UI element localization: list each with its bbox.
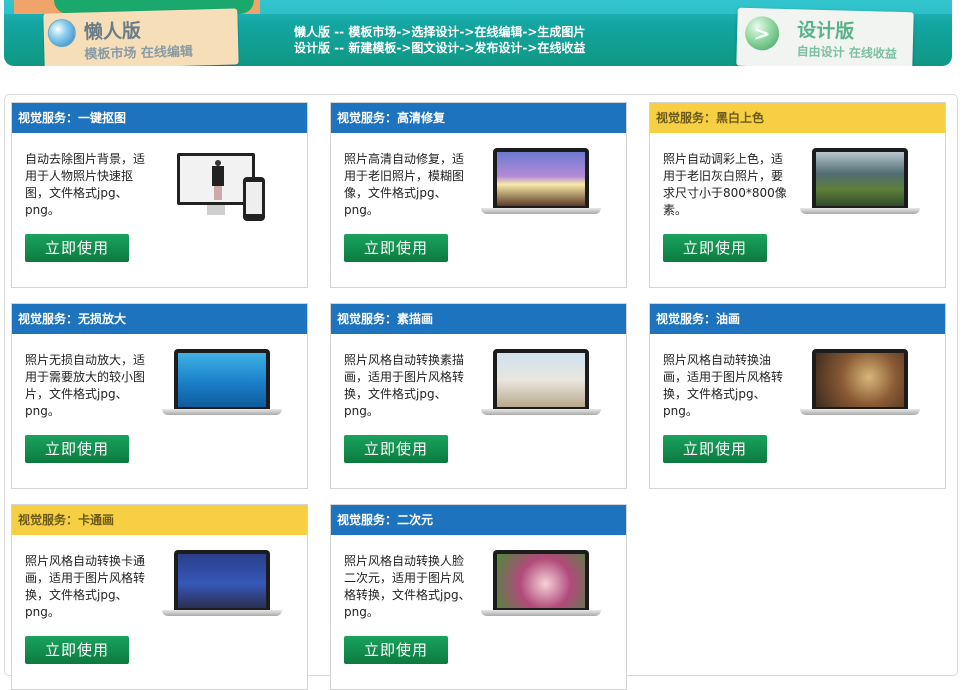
lazy-version-title: 懒人版 <box>83 20 142 44</box>
card-description: 照片无损自动放大，适用于需要放大的较小图片，文件格式jpg、png。 <box>25 353 146 418</box>
card-title: 视觉服务：高清修复 <box>331 103 626 133</box>
lazy-steps-line: 懒人版 -- 模板市场->选择设计->在线编辑->生成图片 <box>294 25 586 39</box>
design-version-title: 设计版 <box>796 19 855 43</box>
use-now-button[interactable]: 立即使用 <box>344 636 448 664</box>
use-now-button[interactable]: 立即使用 <box>663 435 767 463</box>
use-now-button[interactable]: 立即使用 <box>663 234 767 262</box>
use-now-button[interactable]: 立即使用 <box>25 234 129 262</box>
laptop-preview-image <box>481 349 601 419</box>
top-banner: 懒人版 模板市场 在线编辑 懒人版 -- 模板市场->选择设计->在线编辑->生… <box>4 0 952 66</box>
card-description: 照片自动调彩上色，适用于老旧灰白照片，要求尺寸小于800*800像素。 <box>663 152 787 217</box>
design-version-link[interactable]: > 设计版 自由设计 在线收益 <box>736 7 914 66</box>
use-now-button[interactable]: 立即使用 <box>25 435 129 463</box>
services-panel: 视觉服务：一键抠图 自动去除图片背景，适用于人物照片快速抠图，文件格式jpg、p… <box>4 94 958 690</box>
laptop-preview-image <box>800 349 920 419</box>
card-description: 照片风格自动转换人脸二次元，适用于图片风格转换，文件格式jpg、png。 <box>344 554 471 619</box>
laptop-preview-image <box>481 148 601 218</box>
card-title: 视觉服务：卡通画 <box>12 505 307 535</box>
card-description: 照片风格自动转换素描画，适用于图片风格转换，文件格式jpg、png。 <box>344 353 465 418</box>
use-now-button[interactable]: 立即使用 <box>25 636 129 664</box>
laptop-preview-image <box>162 550 282 620</box>
service-card-cartoon: 视觉服务：卡通画 照片风格自动转换卡通画，适用于图片风格转换，文件格式jpg、p… <box>11 504 308 690</box>
design-version-subtitle: 自由设计 在线收益 <box>796 44 898 61</box>
service-card-hd-restore: 视觉服务：高清修复 照片高清自动修复，适用于老旧照片，模糊图像，文件格式jpg、… <box>330 102 627 288</box>
card-title: 视觉服务：油画 <box>650 304 945 334</box>
card-title: 视觉服务：二次元 <box>331 505 626 535</box>
design-steps-line: 设计版 -- 新建模板->图文设计->发布设计->在线收益 <box>294 41 586 55</box>
service-card-oil-painting: 视觉服务：油画 照片风格自动转换油画，适用于图片风格转换，文件格式jpg、png… <box>649 303 946 489</box>
service-card-sketch: 视觉服务：素描画 照片风格自动转换素描画，适用于图片风格转换，文件格式jpg、p… <box>330 303 627 489</box>
service-card-upscale: 视觉服务：无损放大 照片无损自动放大，适用于需要放大的较小图片，文件格式jpg、… <box>11 303 308 489</box>
card-title: 视觉服务：一键抠图 <box>12 103 307 133</box>
card-title: 视觉服务：无损放大 <box>12 304 307 334</box>
card-title: 视觉服务：黑白上色 <box>650 103 945 133</box>
lazy-version-subtitle: 模板市场 在线编辑 <box>84 44 194 63</box>
banner-steps: 懒人版 -- 模板市场->选择设计->在线编辑->生成图片 设计版 -- 新建模… <box>294 24 585 56</box>
service-card-anime: 视觉服务：二次元 照片风格自动转换人脸二次元，适用于图片风格转换，文件格式jpg… <box>330 504 627 690</box>
card-description: 自动去除图片背景，适用于人物照片快速抠图，文件格式jpg、png。 <box>25 152 146 217</box>
service-card-cutout: 视觉服务：一键抠图 自动去除图片背景，适用于人物照片快速抠图，文件格式jpg、p… <box>11 102 308 288</box>
card-description: 照片高清自动修复，适用于老旧照片，模糊图像，文件格式jpg、png。 <box>344 152 465 217</box>
use-now-button[interactable]: 立即使用 <box>344 435 448 463</box>
arrow-right-icon: > <box>744 15 780 51</box>
service-card-colorize: 视觉服务：黑白上色 照片自动调彩上色，适用于老旧灰白照片，要求尺寸小于800*8… <box>649 102 946 288</box>
use-now-button[interactable]: 立即使用 <box>344 234 448 262</box>
card-description: 照片风格自动转换卡通画，适用于图片风格转换，文件格式jpg、png。 <box>25 554 146 619</box>
card-title: 视觉服务：素描画 <box>331 304 626 334</box>
device-preview-image <box>177 153 267 223</box>
lazy-version-link[interactable]: 懒人版 模板市场 在线编辑 <box>43 8 239 66</box>
globe-icon <box>47 18 77 48</box>
laptop-preview-image <box>800 148 920 218</box>
laptop-preview-image <box>162 349 282 419</box>
laptop-preview-image <box>481 550 601 620</box>
card-description: 照片风格自动转换油画，适用于图片风格转换，文件格式jpg、png。 <box>663 353 784 418</box>
